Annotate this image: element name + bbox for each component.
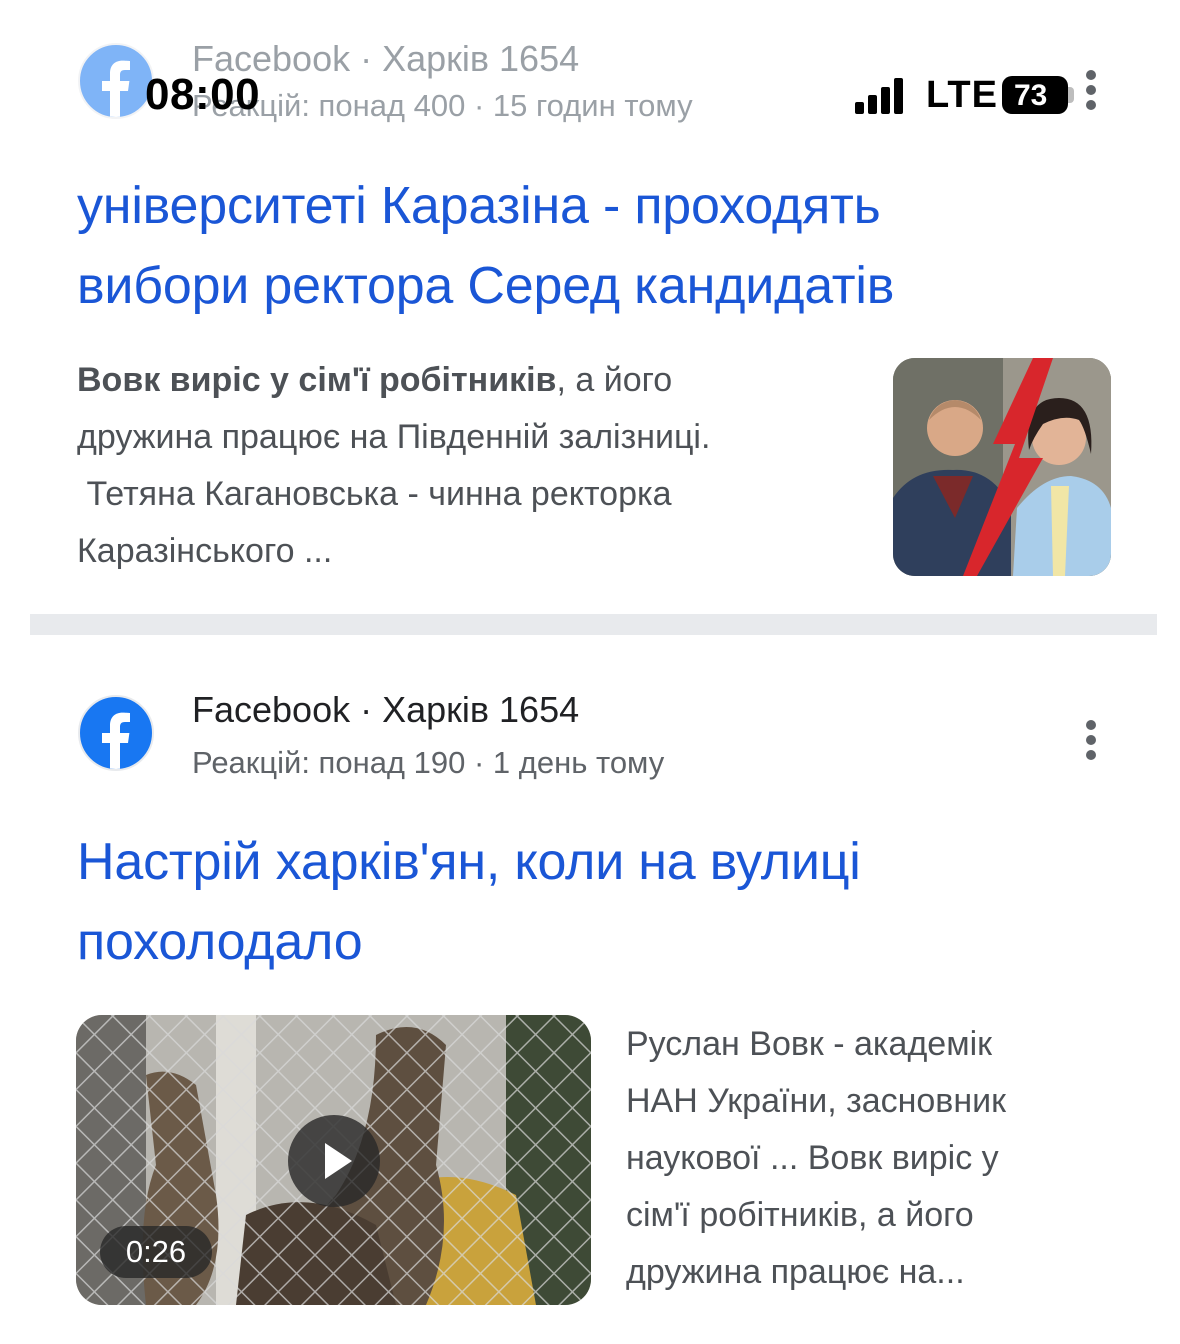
result-title[interactable]: Настрій харків'ян, коли на вулиці похоло… bbox=[77, 822, 1157, 982]
result-snippet: Вовк виріс у сім'ї робітників, а його др… bbox=[77, 352, 877, 580]
facebook-logo-icon[interactable] bbox=[78, 695, 154, 771]
snippet-text: Руслан Вовк - академік bbox=[626, 1025, 992, 1063]
result-meta: Реакцій: понад 400 · 15 годин тому bbox=[192, 88, 693, 123]
more-vert-icon[interactable] bbox=[1081, 70, 1101, 114]
snippet-text: сім'ї робітників, а його bbox=[626, 1196, 974, 1234]
snippet-text: Каразінського ... bbox=[77, 532, 333, 570]
snippet-bold: Вовк виріс у сім'ї робітників bbox=[77, 361, 557, 399]
result-source[interactable]: Facebook · Харків 1654 bbox=[192, 689, 579, 731]
signal-icon bbox=[855, 78, 913, 114]
battery-level: 73 bbox=[1014, 79, 1048, 112]
snippet-text: дружина працює на Південній залізниці. bbox=[77, 418, 711, 456]
battery-icon: 73 bbox=[1002, 76, 1068, 114]
network-type: LTE bbox=[926, 74, 998, 116]
status-time: 08:00 bbox=[145, 70, 261, 119]
result-thumbnail[interactable] bbox=[893, 358, 1111, 576]
result-title-line[interactable]: Настрій харків'ян, коли на вулиці bbox=[77, 822, 1157, 902]
play-icon[interactable] bbox=[288, 1115, 380, 1207]
snippet-text: НАН України, засновник bbox=[626, 1082, 1006, 1120]
result-divider bbox=[30, 614, 1157, 635]
result-snippet: Руслан Вовк - академік НАН України, засн… bbox=[626, 1016, 1146, 1301]
snippet-text: наукової ... Вовк виріс у bbox=[626, 1139, 999, 1177]
video-duration: 0:26 bbox=[100, 1226, 212, 1278]
snippet-text: Тетяна Кагановська - чинна ректорка bbox=[77, 475, 672, 513]
result-title[interactable]: університеті Каразіна - проходять вибори… bbox=[77, 166, 1157, 326]
more-vert-icon[interactable] bbox=[1081, 720, 1101, 764]
result-title-line[interactable]: університеті Каразіна - проходять bbox=[77, 166, 1157, 246]
result-title-line[interactable]: похолодало bbox=[77, 902, 1157, 982]
facebook-logo-icon[interactable] bbox=[78, 43, 154, 119]
result-meta: Реакцій: понад 190 · 1 день тому bbox=[192, 745, 665, 780]
result-title-line[interactable]: вибори ректора Серед кандидатів bbox=[77, 246, 1157, 326]
battery-nub bbox=[1068, 87, 1074, 103]
snippet-text: дружина працює на... bbox=[626, 1253, 965, 1291]
snippet-text: , а його bbox=[556, 361, 673, 399]
